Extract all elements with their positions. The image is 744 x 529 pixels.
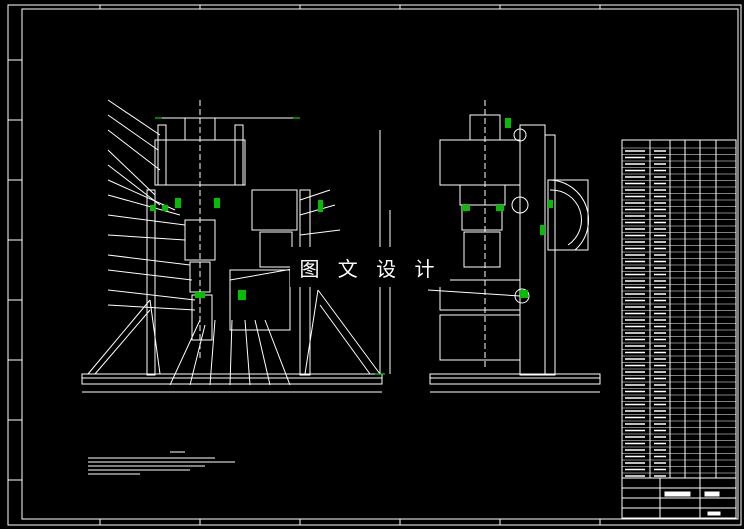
watermark-label: 图 文 设 计 bbox=[290, 247, 450, 287]
